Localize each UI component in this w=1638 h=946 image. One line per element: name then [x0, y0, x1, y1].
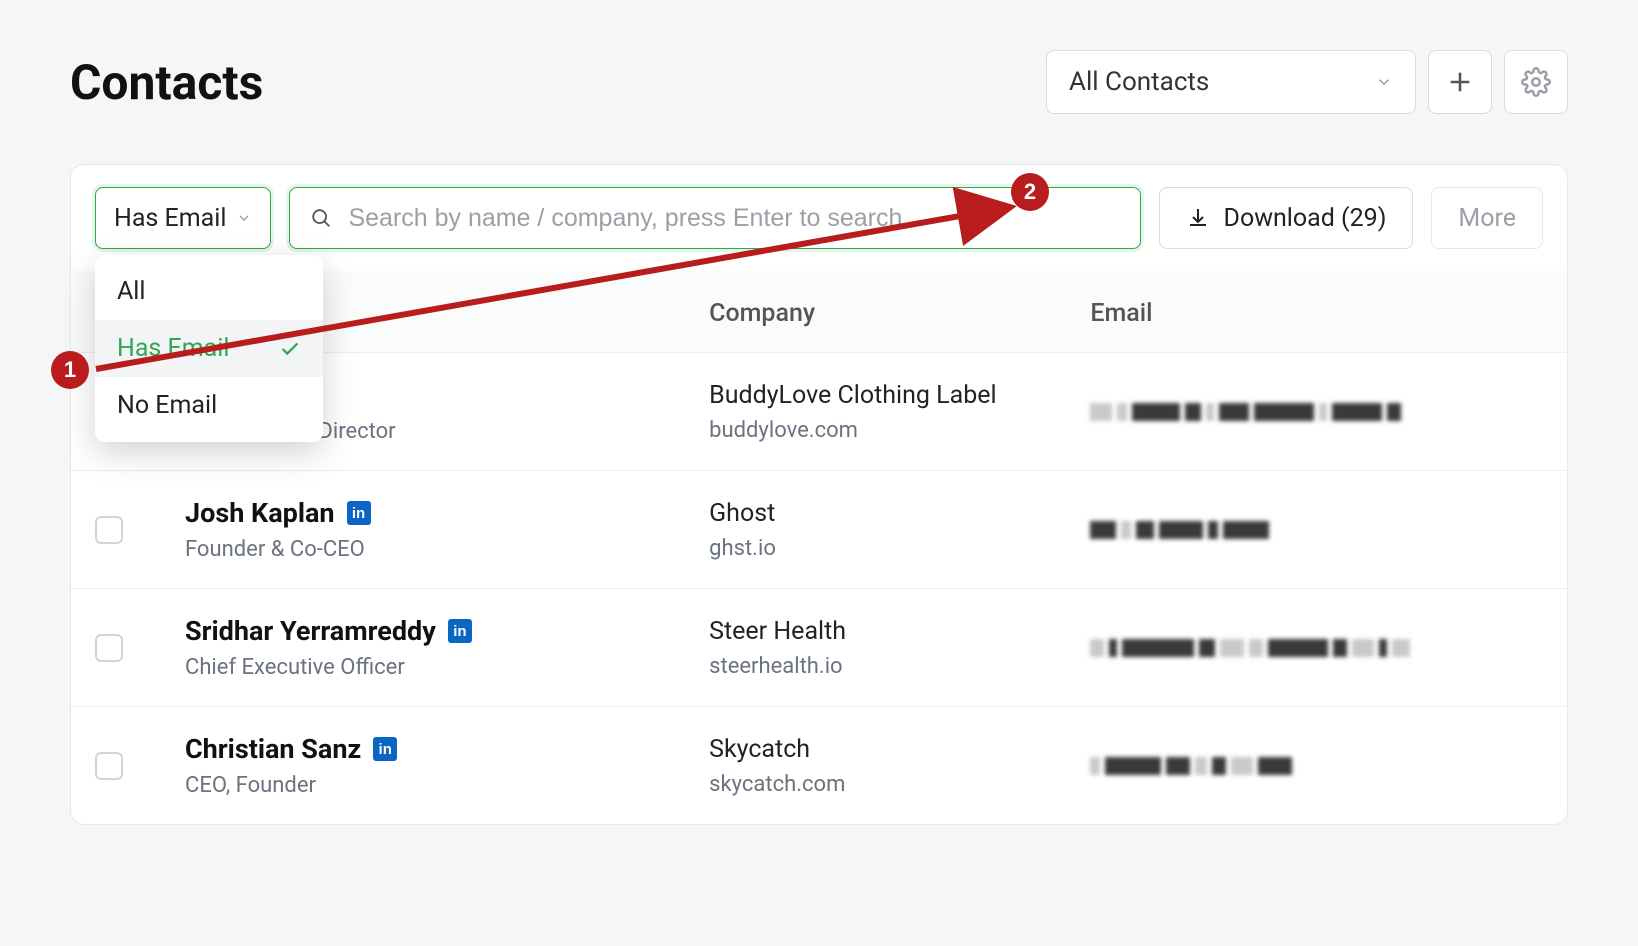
- row-checkbox[interactable]: [95, 634, 123, 662]
- gear-icon: [1521, 67, 1551, 97]
- download-button[interactable]: Download (29): [1159, 187, 1414, 249]
- email-redacted: [1090, 751, 1543, 781]
- chevron-down-icon: [1375, 73, 1393, 91]
- more-button[interactable]: More: [1431, 187, 1543, 249]
- email-filter-menu: All Has Email No Email: [95, 255, 323, 442]
- add-button[interactable]: [1428, 50, 1492, 114]
- table-row[interactable]: Josh Kaplan in Founder & Co-CEO Ghost gh…: [71, 471, 1567, 589]
- more-label: More: [1458, 204, 1516, 233]
- col-header-email: Email: [1090, 299, 1543, 328]
- email-redacted: [1090, 633, 1543, 663]
- table-row[interactable]: Christian Sanz in CEO, Founder Skycatch …: [71, 707, 1567, 824]
- settings-button[interactable]: [1504, 50, 1568, 114]
- check-icon: [279, 338, 301, 360]
- email-redacted: [1090, 515, 1543, 545]
- filter-option-all[interactable]: All: [95, 263, 323, 320]
- annotation-badge-2: 2: [1011, 173, 1049, 211]
- company-domain: skycatch.com: [709, 772, 1090, 797]
- linkedin-icon[interactable]: in: [347, 501, 371, 525]
- download-label: Download (29): [1224, 204, 1387, 233]
- filter-option-label: No Email: [117, 391, 217, 420]
- contact-title: Founder & Co-CEO: [185, 537, 709, 562]
- company-name: Ghost: [709, 499, 1090, 528]
- view-selector[interactable]: All Contacts: [1046, 50, 1416, 114]
- company-domain: ghst.io: [709, 536, 1090, 561]
- linkedin-icon[interactable]: in: [373, 737, 397, 761]
- filter-option-no-email[interactable]: No Email: [95, 377, 323, 434]
- company-name: Skycatch: [709, 735, 1090, 764]
- email-filter-dropdown[interactable]: Has Email: [95, 187, 271, 249]
- search-icon: [310, 207, 332, 229]
- filter-option-label: Has Email: [117, 334, 229, 363]
- contact-name: Christian Sanz: [185, 733, 361, 765]
- view-selector-label: All Contacts: [1069, 67, 1209, 97]
- chevron-down-icon: [236, 210, 252, 226]
- row-checkbox[interactable]: [95, 516, 123, 544]
- annotation-badge-1: 1: [51, 351, 89, 389]
- company-domain: buddylove.com: [709, 418, 1090, 443]
- filter-option-label: All: [117, 277, 145, 306]
- contacts-card: Has Email Download (29) More All Has Ema…: [70, 164, 1568, 825]
- table-row[interactable]: Sridhar Yerramreddy in Chief Executive O…: [71, 589, 1567, 707]
- plus-icon: [1446, 68, 1474, 96]
- contact-title: CEO, Founder: [185, 773, 709, 798]
- download-icon: [1186, 206, 1210, 230]
- company-domain: steerhealth.io: [709, 654, 1090, 679]
- col-header-company: Company: [709, 299, 1090, 328]
- email-filter-label: Has Email: [114, 204, 226, 233]
- filter-option-has-email[interactable]: Has Email: [95, 320, 323, 377]
- search-input[interactable]: [348, 204, 1119, 233]
- contact-title: Chief Executive Officer: [185, 655, 709, 680]
- page-title: Contacts: [70, 54, 263, 111]
- company-name: BuddyLove Clothing Label: [709, 381, 1090, 410]
- linkedin-icon[interactable]: in: [448, 619, 472, 643]
- contact-name: Josh Kaplan: [185, 497, 335, 529]
- company-name: Steer Health: [709, 617, 1090, 646]
- contact-name: Sridhar Yerramreddy: [185, 615, 436, 647]
- row-checkbox[interactable]: [95, 752, 123, 780]
- email-redacted: [1090, 397, 1543, 427]
